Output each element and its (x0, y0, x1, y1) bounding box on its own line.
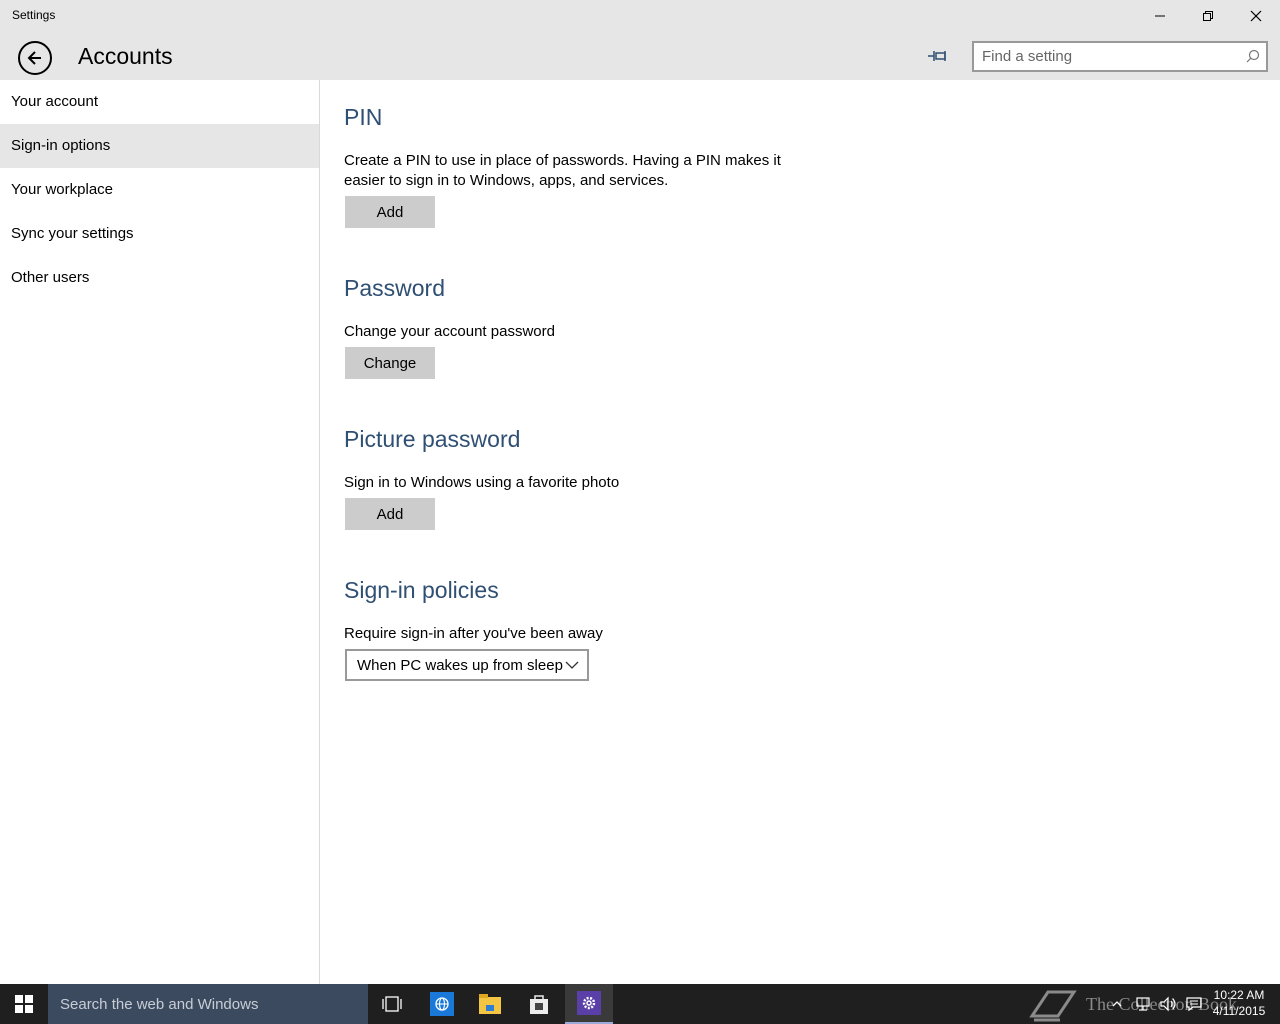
sidebar-item-your-account[interactable]: Your account (0, 80, 319, 124)
clock-date: 4/11/2015 (1212, 1004, 1266, 1018)
search-input[interactable] (974, 43, 1234, 70)
chevron-down-icon (565, 661, 579, 669)
find-setting-search[interactable] (972, 41, 1268, 72)
dropdown-selected-value: When PC wakes up from sleep (357, 656, 563, 674)
minimize-icon (1155, 15, 1165, 17)
sidebar-item-other-users[interactable]: Other users (0, 256, 319, 300)
require-signin-dropdown[interactable]: When PC wakes up from sleep (345, 649, 589, 681)
show-hidden-icons-button[interactable] (1108, 984, 1126, 1024)
search-icon[interactable] (1246, 49, 1260, 63)
taskbar-clock[interactable]: 10:22 AM 4/11/2015 (1206, 987, 1272, 1019)
password-section-title: Password (344, 275, 445, 301)
task-view-icon (382, 996, 402, 1012)
clock-time: 10:22 AM (1213, 988, 1265, 1002)
book-icon (1029, 990, 1077, 1022)
pin-description: Create a PIN to use in place of password… (344, 152, 781, 189)
taskbar-search-placeholder: Search the web and Windows (60, 995, 259, 1013)
minimize-button[interactable] (1137, 0, 1183, 32)
page-title: Accounts (78, 43, 173, 69)
back-button[interactable] (18, 41, 52, 75)
volume-icon (1160, 996, 1176, 1012)
pin-add-button[interactable]: Add (345, 196, 435, 228)
network-tray-button[interactable] (1132, 984, 1154, 1024)
restore-button[interactable] (1185, 0, 1231, 32)
windows-logo-icon (15, 995, 33, 1013)
window-title: Settings (12, 8, 56, 22)
browser-icon (430, 992, 454, 1016)
notification-icon (1186, 997, 1202, 1012)
picture-password-add-button[interactable]: Add (345, 498, 435, 530)
taskbar-file-explorer-button[interactable] (466, 984, 514, 1024)
picture-password-description: Sign in to Windows using a favorite phot… (344, 474, 620, 491)
sidebar-item-sync-settings[interactable]: Sync your settings (0, 212, 319, 256)
title-bar: Settings (0, 0, 1280, 32)
pin-section-title: PIN (344, 104, 383, 130)
back-arrow-icon (27, 51, 41, 65)
store-bag-icon (530, 995, 548, 1014)
gear-icon (577, 991, 601, 1015)
header: Accounts (0, 32, 1280, 80)
sidebar-item-sign-in-options[interactable]: Sign-in options (0, 124, 319, 168)
taskbar-browser-button[interactable] (418, 984, 466, 1024)
close-icon (1250, 10, 1262, 22)
chevron-up-icon (1112, 1001, 1122, 1007)
action-center-button[interactable] (1183, 984, 1205, 1024)
volume-tray-button[interactable] (1158, 984, 1180, 1024)
start-button[interactable] (0, 984, 48, 1024)
password-change-button[interactable]: Change (345, 347, 435, 379)
task-view-button[interactable] (368, 984, 416, 1024)
network-icon (1136, 997, 1150, 1011)
restore-icon (1203, 11, 1213, 21)
taskbar-settings-button[interactable] (565, 984, 613, 1024)
taskbar-store-button[interactable] (515, 984, 563, 1024)
taskbar: Search the web and Windows The Collectio… (0, 984, 1280, 1024)
taskbar-search-box[interactable]: Search the web and Windows (48, 984, 368, 1024)
folder-icon (479, 994, 501, 1014)
signin-policies-description: Require sign-in after you've been away (344, 625, 603, 642)
close-button[interactable] (1233, 0, 1279, 32)
sidebar-item-your-workplace[interactable]: Your workplace (0, 168, 319, 212)
signin-policies-section-title: Sign-in policies (344, 577, 499, 603)
pin-to-start-button[interactable] (924, 44, 952, 68)
sidebar: Your account Sign-in options Your workpl… (0, 80, 320, 984)
picture-password-section-title: Picture password (344, 426, 521, 452)
password-description: Change your account password (344, 323, 555, 340)
pin-icon (928, 51, 946, 61)
